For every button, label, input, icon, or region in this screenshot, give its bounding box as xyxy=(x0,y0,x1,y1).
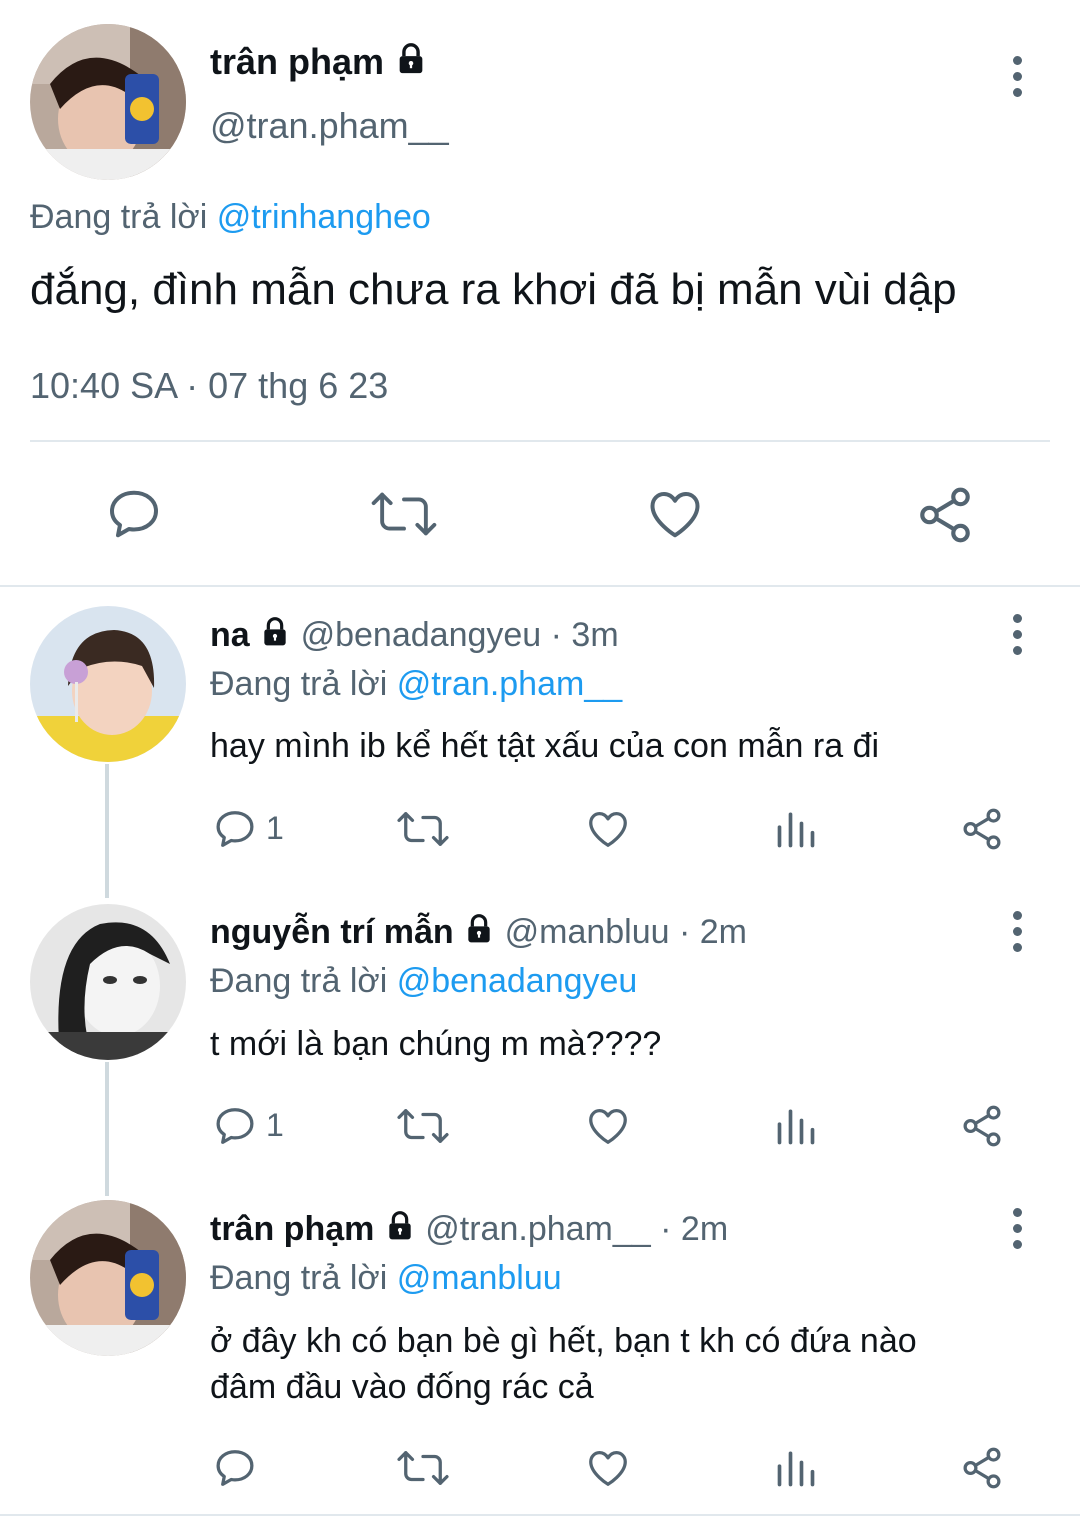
lock-icon xyxy=(264,617,286,646)
display-name[interactable]: nguyễn trí mẫn xyxy=(210,913,454,951)
share-icon[interactable] xyxy=(958,1445,1006,1491)
like-icon[interactable] xyxy=(584,806,632,852)
reply-icon[interactable] xyxy=(104,484,164,544)
replying-to-link[interactable]: @tran.pham__ xyxy=(397,665,622,703)
thread-line xyxy=(105,764,109,898)
more-options-icon[interactable] xyxy=(1011,614,1023,658)
like-icon[interactable] xyxy=(644,484,706,544)
tweet-time[interactable]: · 3m xyxy=(551,616,619,654)
thread-line xyxy=(105,1062,109,1196)
display-name[interactable]: trân phạm xyxy=(210,41,384,82)
tweet-timestamp[interactable]: 10:40 SA · 07 thg 6 23 xyxy=(30,364,388,408)
avatar[interactable] xyxy=(30,24,186,180)
reply-icon[interactable] xyxy=(212,1103,258,1149)
views-icon[interactable] xyxy=(774,806,818,852)
tweet-text-line: đâm đầu vào đống rác cả xyxy=(210,1368,594,1406)
handle[interactable]: @benadangyeu xyxy=(301,616,542,654)
replying-to-label: Đang trả lời xyxy=(30,198,208,236)
more-options-icon[interactable] xyxy=(1011,911,1023,955)
tweet-text: ở đây kh có bạn bè gì hết, bạn t kh có đ… xyxy=(210,1318,917,1410)
like-icon[interactable] xyxy=(584,1103,632,1149)
lock-icon xyxy=(399,43,423,74)
more-options-icon[interactable] xyxy=(1011,1208,1023,1252)
more-options-icon[interactable] xyxy=(1011,56,1023,100)
replying-to-link[interactable]: @benadangyeu xyxy=(397,962,638,1000)
section-divider xyxy=(0,585,1080,587)
handle[interactable]: @tran.pham__ xyxy=(210,104,449,148)
divider xyxy=(30,440,1050,442)
share-icon[interactable] xyxy=(958,806,1006,852)
replying-to-link[interactable]: @manbluu xyxy=(397,1259,562,1297)
retweet-icon[interactable] xyxy=(396,806,450,852)
display-name[interactable]: na xyxy=(210,616,250,654)
views-icon[interactable] xyxy=(774,1445,818,1491)
tweet-time[interactable]: · 2m xyxy=(660,1210,728,1248)
bottom-divider xyxy=(0,1514,1080,1516)
reply-count: 1 xyxy=(266,1107,284,1143)
reply-icon[interactable] xyxy=(212,806,258,852)
retweet-icon[interactable] xyxy=(396,1103,450,1149)
avatar[interactable] xyxy=(30,606,186,762)
replying-to-label: Đang trả lời xyxy=(210,1259,388,1297)
display-name[interactable]: trân phạm xyxy=(210,1210,374,1248)
share-icon[interactable] xyxy=(958,1103,1006,1149)
share-icon[interactable] xyxy=(914,484,976,546)
lock-icon xyxy=(468,914,490,943)
tweet-time[interactable]: · 2m xyxy=(679,913,747,951)
replying-to-link[interactable]: @trinhangheo xyxy=(217,198,431,236)
reply-icon[interactable] xyxy=(212,1445,258,1491)
reply-count: 1 xyxy=(266,810,284,846)
handle[interactable]: @tran.pham__ xyxy=(425,1210,650,1248)
avatar[interactable] xyxy=(30,904,186,1060)
tweet-text-line: ở đây kh có bạn bè gì hết, bạn t kh có đ… xyxy=(210,1322,917,1360)
retweet-icon[interactable] xyxy=(370,484,438,544)
like-icon[interactable] xyxy=(584,1445,632,1491)
tweet-text: hay mình ib kể hết tật xấu của con mẫn r… xyxy=(210,727,880,765)
tweet-text: đắng, đình mẫn chưa ra khơi đã bị mẫn vù… xyxy=(30,265,957,314)
replying-to-label: Đang trả lời xyxy=(210,962,388,1000)
replying-to-label: Đang trả lời xyxy=(210,665,388,703)
lock-icon xyxy=(389,1211,411,1240)
views-icon[interactable] xyxy=(774,1103,818,1149)
avatar[interactable] xyxy=(30,1200,186,1356)
handle[interactable]: @manbluu xyxy=(505,913,670,951)
retweet-icon[interactable] xyxy=(396,1445,450,1491)
tweet-text: t mới là bạn chúng m mà???? xyxy=(210,1025,662,1063)
